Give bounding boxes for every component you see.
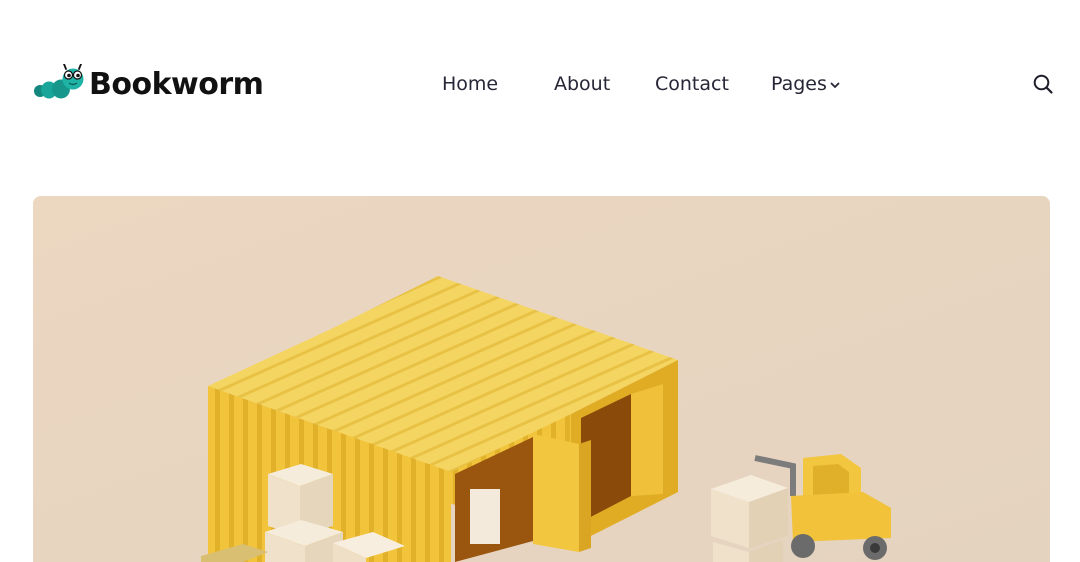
main-nav: Home About Contact Pages	[0, 70, 1080, 98]
nav-item-pages[interactable]: Pages	[771, 70, 841, 98]
nav-item-contact[interactable]: Contact	[655, 70, 729, 98]
nav-item-home[interactable]: Home	[442, 70, 498, 98]
container-front-door	[533, 434, 579, 552]
hero-image	[33, 196, 1050, 562]
hero-banner	[33, 196, 1050, 562]
search-button[interactable]	[1031, 72, 1055, 96]
site-header: Bookworm Home About Contact Pages	[0, 0, 1080, 166]
chevron-down-icon	[830, 82, 840, 88]
nav-item-about[interactable]: About	[554, 70, 610, 98]
nav-item-pages-label: Pages	[771, 73, 827, 95]
search-icon	[1033, 74, 1053, 94]
